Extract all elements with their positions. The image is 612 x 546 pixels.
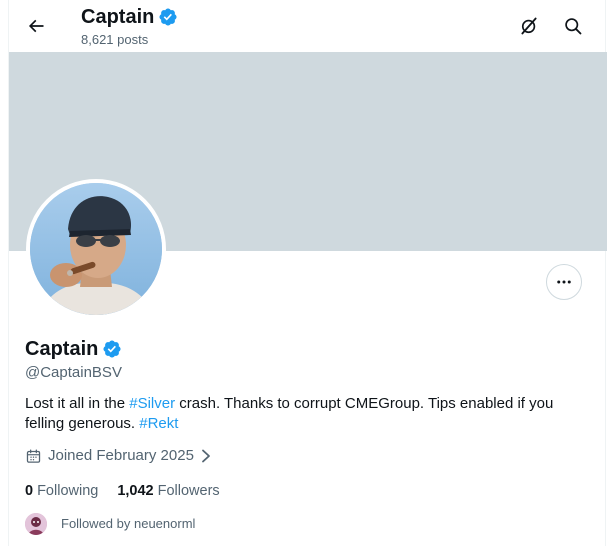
followed-by[interactable]: Followed by neuenorml — [25, 513, 195, 535]
following-count: 0 — [25, 483, 34, 499]
profile-name-group: Captain — [25, 337, 122, 361]
followers-label: Followers — [157, 483, 220, 499]
hashtag-link[interactable]: #Silver — [129, 395, 175, 412]
verified-badge-icon — [159, 8, 177, 26]
joined-text: Joined February 2025 — [48, 447, 194, 464]
profile-avatar[interactable] — [26, 179, 166, 319]
more-horizontal-icon — [557, 280, 571, 284]
header-title: Captain — [81, 6, 155, 28]
profile-handle: @CaptainBSV — [25, 364, 122, 381]
grok-button[interactable] — [512, 9, 546, 43]
arrow-left-icon — [28, 19, 44, 33]
post-count: 8,621 posts — [81, 32, 149, 47]
follow-stats: 0 Following 1,042 Followers — [25, 481, 220, 501]
profile-bio: Lost it all in the #Silver crash. Thanks… — [25, 394, 585, 434]
top-bar: Captain 8,621 posts — [9, 0, 607, 52]
more-options-button[interactable] — [546, 264, 582, 300]
followers-count: 1,042 — [117, 483, 154, 499]
profile-page: Captain 8,621 posts Captain @CaptainBSV … — [8, 0, 607, 546]
hashtag-link[interactable]: #Rekt — [139, 415, 178, 432]
calendar-icon — [26, 448, 41, 463]
joined-date[interactable]: Joined February 2025 — [25, 446, 212, 466]
back-button[interactable] — [19, 9, 53, 43]
chevron-right-icon — [202, 449, 210, 463]
search-icon — [565, 18, 582, 35]
followed-by-text: Followed by neuenorml — [61, 516, 196, 531]
follower-avatar — [25, 513, 47, 535]
header-title-group: Captain — [81, 5, 178, 29]
bio-text: Lost it all in the — [25, 395, 130, 412]
verified-badge-icon[interactable] — [102, 339, 122, 359]
following-label: Following — [37, 483, 99, 499]
search-button[interactable] — [556, 9, 590, 43]
followers-link[interactable]: 1,042 Followers — [117, 481, 219, 501]
profile-name: Captain — [25, 338, 99, 360]
following-link[interactable]: 0 Following — [25, 481, 98, 501]
grok-icon — [521, 17, 537, 35]
